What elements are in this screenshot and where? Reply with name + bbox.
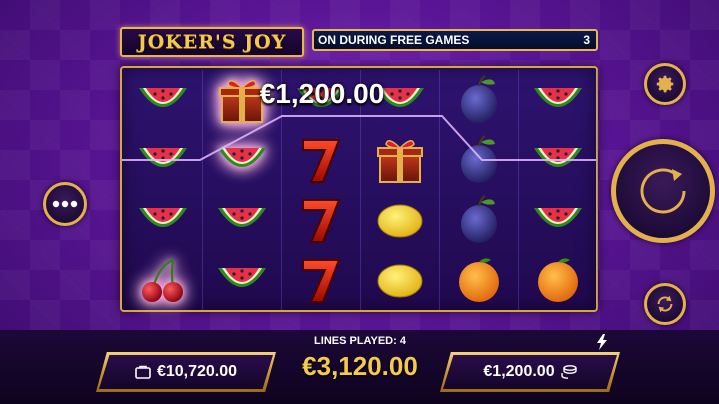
watermelon-symbol (124, 70, 202, 130)
lightning-icon[interactable] (596, 334, 608, 350)
watermelon-symbol (124, 130, 202, 190)
reel-5 (440, 70, 519, 310)
game-logo: JOKER'S JOY (120, 27, 304, 57)
reel-6 (519, 70, 598, 310)
plum-symbol (440, 70, 518, 130)
settings-button[interactable] (644, 63, 686, 105)
gift-symbol (361, 130, 439, 190)
autoplay-icon (657, 295, 673, 313)
reel-1 (124, 70, 203, 310)
watermelon-symbol (519, 70, 597, 130)
wallet-icon (135, 365, 151, 379)
seven-symbol (282, 250, 360, 310)
spin-button[interactable] (611, 139, 715, 243)
spin-arrow-icon (640, 168, 686, 214)
bet-value: €1,200.00 (483, 363, 555, 380)
watermelon-symbol (519, 190, 597, 250)
watermelon-symbol (203, 130, 281, 190)
cherry-symbol (124, 250, 202, 310)
watermelon-symbol (203, 250, 281, 310)
gear-icon (656, 75, 674, 93)
marquee-text: ON DURING FREE GAMES (318, 33, 470, 47)
more-icon (52, 200, 78, 208)
autoplay-button[interactable] (644, 283, 686, 325)
watermelon-symbol (203, 190, 281, 250)
win-amount: €1,200.00 (259, 78, 385, 109)
balance-value: €10,720.00 (156, 363, 238, 380)
watermelon-symbol (124, 190, 202, 250)
lemon-symbol (361, 250, 439, 310)
plum-symbol (440, 190, 518, 250)
bet-button[interactable]: €1,200.00 (440, 352, 620, 392)
orange-symbol (440, 250, 518, 310)
lines-played-label: LINES PLAYED: 4 (314, 335, 406, 347)
coins-icon (560, 365, 577, 379)
lemon-symbol (361, 190, 439, 250)
watermelon-symbol (519, 130, 597, 190)
balance-display: €10,720.00 (96, 352, 276, 392)
reel-area: €1,200.00 (120, 66, 598, 312)
more-menu-button[interactable] (43, 182, 87, 226)
seven-symbol (282, 190, 360, 250)
orange-symbol (519, 250, 597, 310)
plum-symbol (440, 130, 518, 190)
total-win-value: €3,120.00 (302, 351, 418, 381)
info-marquee: ON DURING FREE GAMES 3 (312, 29, 598, 51)
marquee-count: 3 (583, 33, 590, 47)
seven-symbol (282, 130, 360, 190)
logo-text: JOKER'S JOY (137, 31, 287, 53)
